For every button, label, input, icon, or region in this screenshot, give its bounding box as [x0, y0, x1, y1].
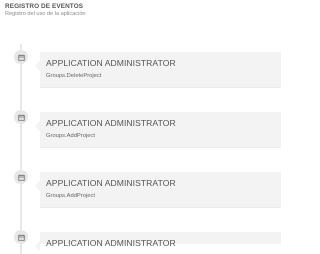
card-divider — [40, 207, 281, 208]
calendar-icon — [14, 230, 28, 244]
card-divider — [40, 147, 281, 148]
event-actor: APPLICATION ADMINISTRATOR — [46, 238, 176, 248]
timeline-line — [20, 44, 22, 254]
event-detail: Groups.DeleteProject — [46, 73, 102, 79]
event-actor: APPLICATION ADMINISTRATOR — [46, 178, 176, 188]
card-divider — [40, 87, 281, 88]
event-card[interactable]: APPLICATION ADMINISTRATOR Groups.DeleteP… — [35, 52, 281, 88]
page-subtitle: Registro del uso de la aplicación — [5, 11, 86, 17]
page-title: REGISTRO DE EVENTOS — [5, 3, 84, 10]
event-detail: Groups.AddProject — [46, 133, 95, 139]
calendar-icon — [14, 170, 28, 184]
event-actor: APPLICATION ADMINISTRATOR — [46, 118, 176, 128]
calendar-icon — [14, 50, 28, 64]
event-card[interactable]: APPLICATION ADMINISTRATOR — [35, 232, 281, 251]
event-card[interactable]: APPLICATION ADMINISTRATOR Groups.AddProj… — [35, 172, 281, 208]
event-detail: Groups.AddProject — [46, 193, 95, 199]
event-actor: APPLICATION ADMINISTRATOR — [46, 58, 176, 68]
event-card[interactable]: APPLICATION ADMINISTRATOR Groups.AddProj… — [35, 112, 281, 148]
calendar-icon — [14, 110, 28, 124]
page-header: REGISTRO DE EVENTOS Registro del uso de … — [5, 3, 86, 17]
